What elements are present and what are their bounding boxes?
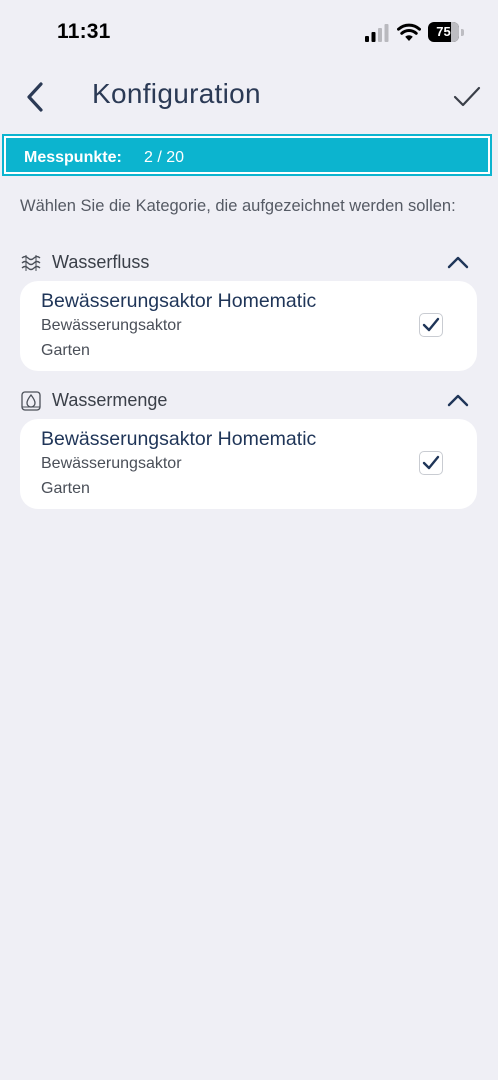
- measuring-points-banner: Messpunkte: 2 / 20: [2, 134, 492, 176]
- checkmark-icon: [422, 455, 440, 470]
- list-item[interactable]: Bewässerungsaktor Homematic Bewässerungs…: [20, 281, 477, 371]
- battery-icon: 75: [428, 22, 464, 42]
- page-title: Konfiguration: [92, 78, 261, 109]
- status-time: 11:31: [57, 20, 111, 43]
- item-location: Garten: [41, 480, 90, 497]
- item-location: Garten: [41, 342, 90, 359]
- chevron-up-icon[interactable]: [446, 254, 470, 270]
- item-checkbox[interactable]: [419, 313, 443, 337]
- battery-body: 75: [428, 22, 459, 42]
- section-header-wassermenge[interactable]: Wassermenge: [20, 388, 476, 414]
- water-drop-icon: [21, 391, 41, 411]
- wifi-icon: [397, 23, 421, 41]
- section-label: Wasserfluss: [52, 252, 150, 272]
- cellular-signal-icon: [365, 24, 389, 42]
- battery-percent: 75: [436, 24, 451, 39]
- battery-cap: [461, 29, 464, 36]
- item-title: Bewässerungsaktor Homematic: [41, 290, 317, 312]
- status-bar: 11:31 75: [0, 0, 498, 66]
- banner-label: Messpunkte:: [24, 149, 122, 166]
- instruction-text: Wählen Sie die Kategorie, die aufgezeich…: [20, 197, 456, 215]
- confirm-button[interactable]: [452, 84, 482, 110]
- back-button[interactable]: [22, 80, 52, 114]
- item-title: Bewässerungsaktor Homematic: [41, 428, 317, 450]
- banner-value: 2 / 20: [144, 149, 185, 166]
- water-flow-icon: [21, 255, 41, 271]
- list-item[interactable]: Bewässerungsaktor Homematic Bewässerungs…: [20, 419, 477, 509]
- chevron-up-icon[interactable]: [446, 392, 470, 408]
- checkmark-icon: [422, 317, 440, 332]
- section-label: Wassermenge: [52, 390, 168, 410]
- item-type: Bewässerungsaktor: [41, 317, 182, 334]
- section-header-wasserfluss[interactable]: Wasserfluss: [20, 250, 476, 276]
- item-checkbox[interactable]: [419, 451, 443, 475]
- item-type: Bewässerungsaktor: [41, 455, 182, 472]
